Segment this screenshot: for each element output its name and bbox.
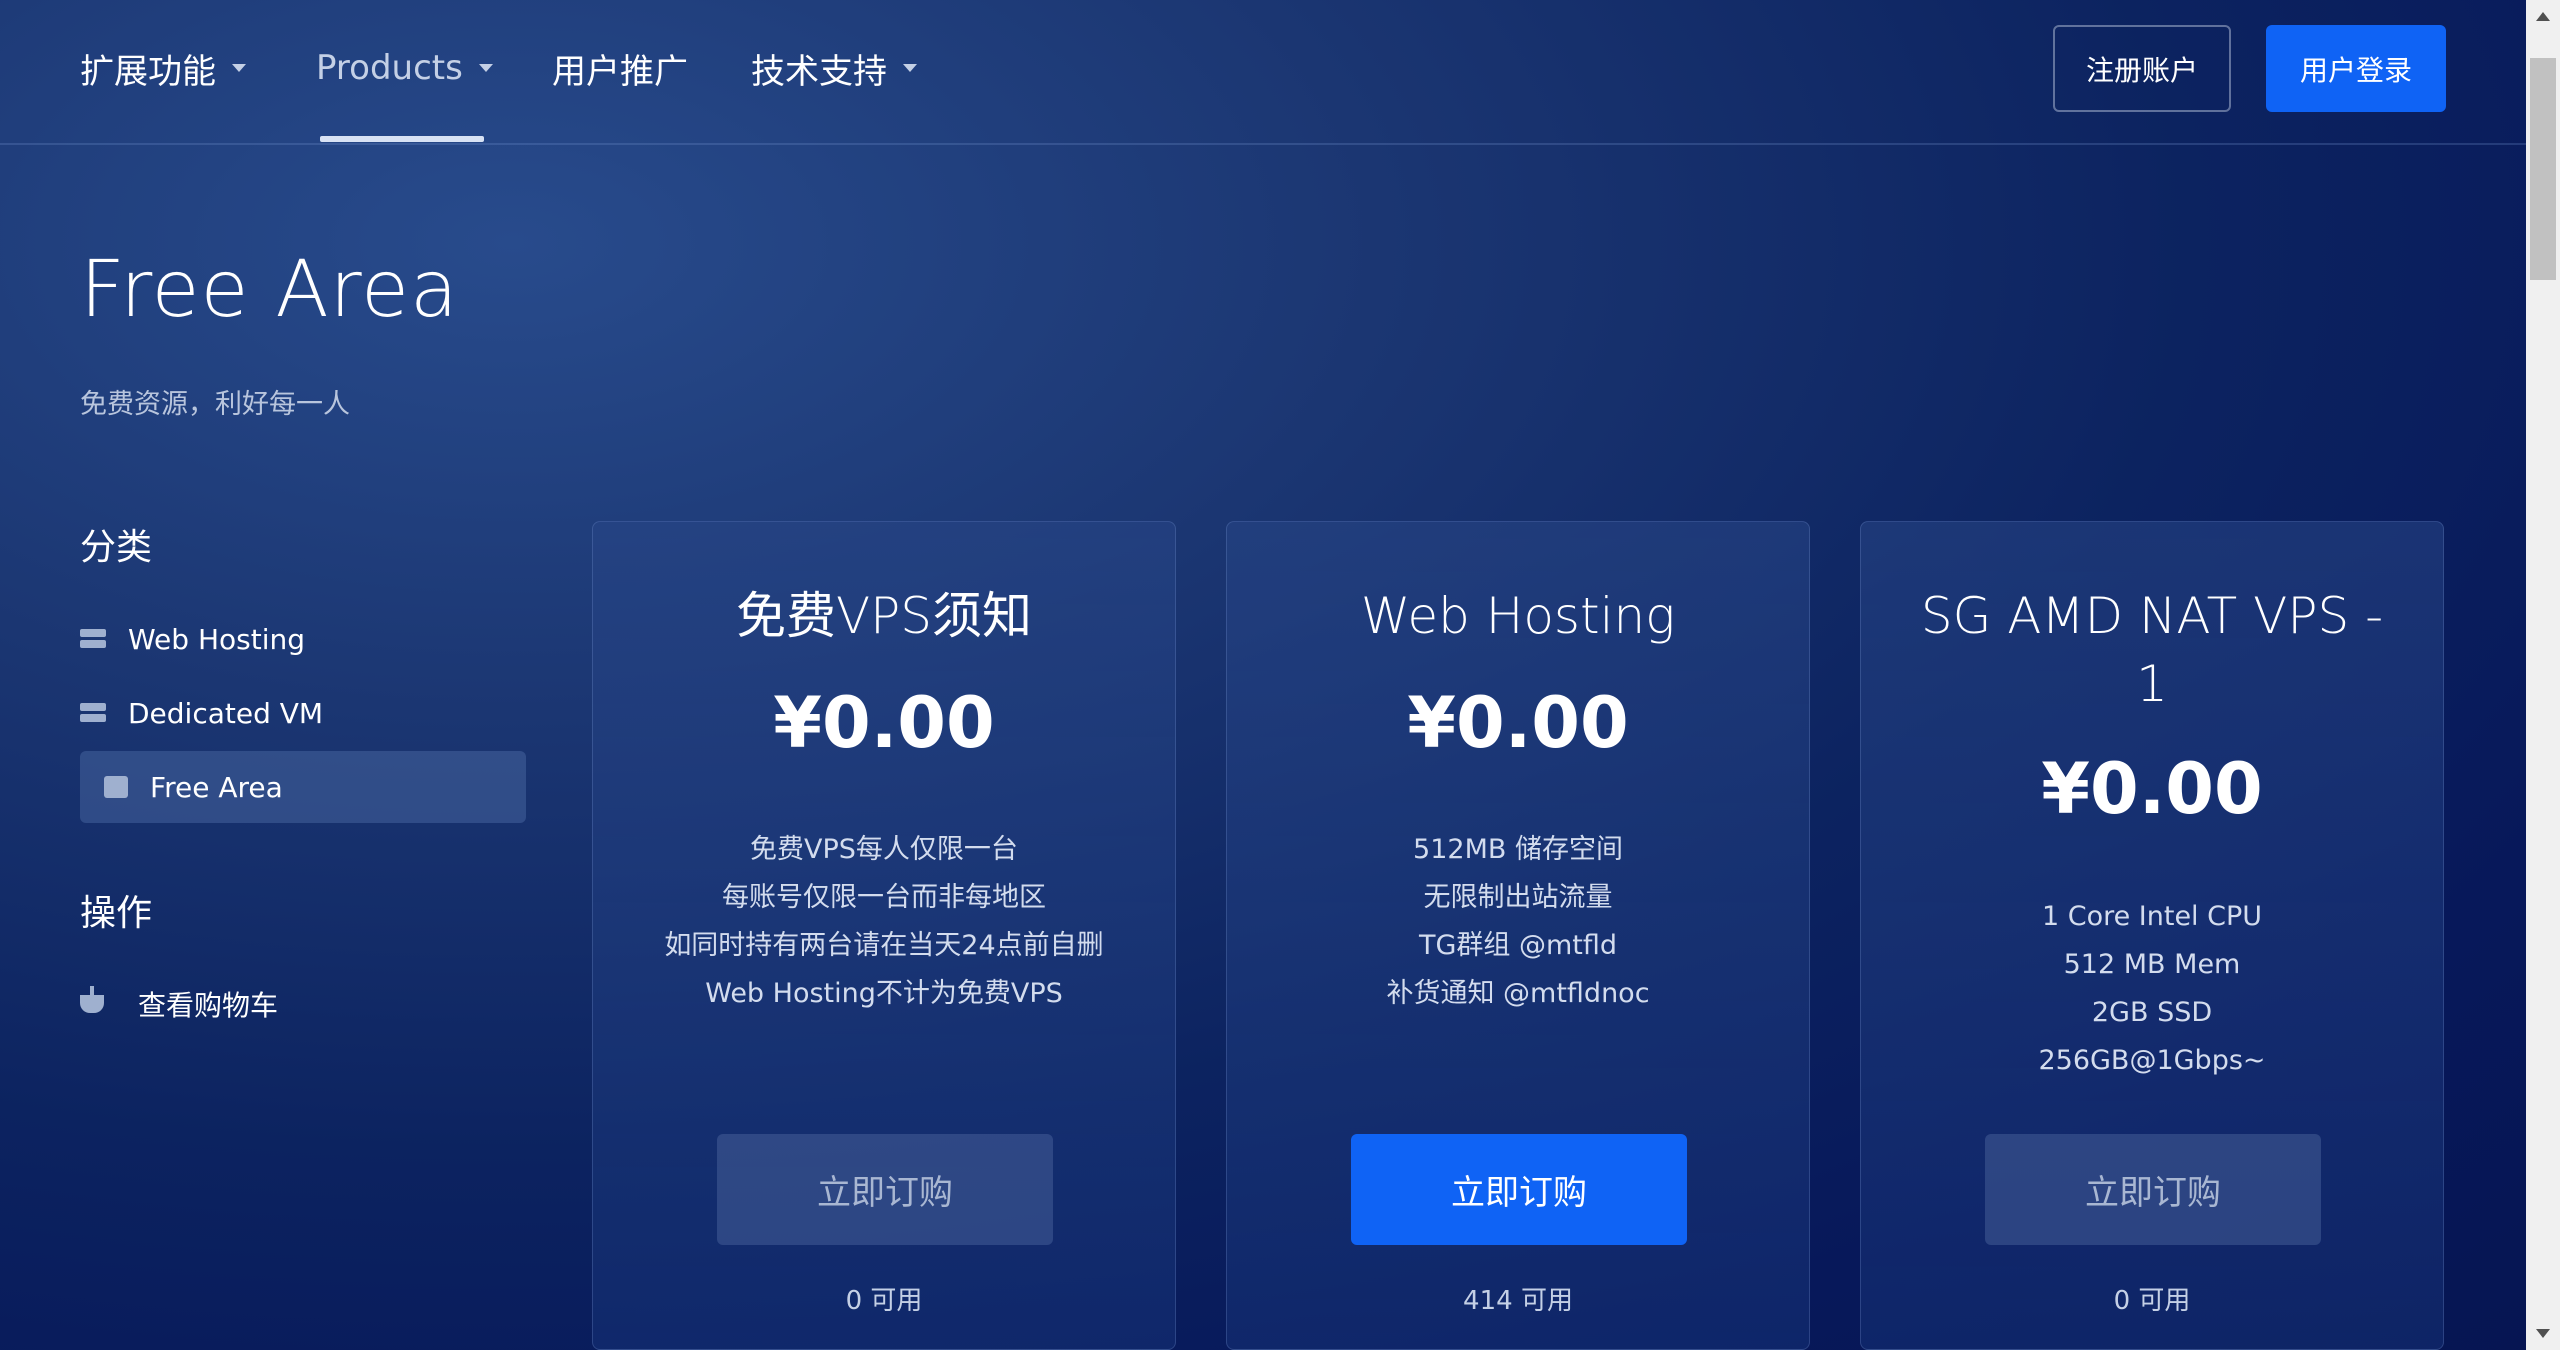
sidebar-item-free-area[interactable]: Free Area	[80, 751, 526, 823]
sidebar-item-label: Dedicated VM	[128, 696, 324, 730]
availability-text: 414 可用	[1463, 1286, 1573, 1316]
feature-line: 无限制出站流量	[1423, 882, 1613, 913]
product-title: 免费VPS须知	[735, 587, 1033, 645]
chevron-down-icon	[478, 64, 493, 72]
feature-line: 免费VPS每人仅限一台	[750, 834, 1018, 865]
register-button[interactable]: 注册账户	[2053, 25, 2231, 112]
availability-text: 0 可用	[2113, 1286, 2191, 1316]
sidebar-item-web-hosting[interactable]: Web Hosting	[80, 603, 526, 675]
categories-heading: 分类	[80, 527, 153, 568]
feature-line: 如同时持有两台请在当天24点前自删	[664, 930, 1104, 961]
sidebar-item-dedicated-vm[interactable]: Dedicated VM	[80, 677, 526, 749]
availability-text: 0 可用	[845, 1286, 923, 1316]
feature-line: 1 Core Intel CPU	[2041, 901, 2263, 932]
product-card: SG AMD NAT VPS - 1 ¥0.00 1 Core Intel CP…	[1860, 521, 2444, 1350]
order-now-button[interactable]: 立即订购	[1985, 1134, 2321, 1245]
nav-item-products[interactable]: Products	[316, 44, 493, 92]
scroll-down-arrow-icon[interactable]	[2536, 1329, 2550, 1338]
product-features: 1 Core Intel CPU 512 MB Mem 2GB SSD 256G…	[1881, 893, 2423, 1085]
product-features: 512MB 储存空间 无限制出站流量 TG群组 @mtfld 补货通知 @mtf…	[1247, 826, 1789, 1018]
product-features: 免费VPS每人仅限一台 每账号仅限一台而非每地区 如同时持有两台请在当天24点前…	[613, 826, 1155, 1018]
order-now-button[interactable]: 立即订购	[717, 1134, 1053, 1245]
feature-line: 256GB@1Gbps~	[2038, 1045, 2266, 1076]
feature-line: 每账号仅限一台而非每地区	[722, 882, 1046, 913]
server-icon	[80, 629, 106, 649]
page-title: Free Area	[80, 245, 459, 335]
cart-icon	[80, 986, 104, 1013]
product-price: ¥0.00	[2041, 748, 2263, 830]
nav-item-extensions[interactable]: 扩展功能	[80, 44, 246, 92]
sidebar-item-label: 查看购物车	[138, 989, 279, 1022]
product-card: Web Hosting ¥0.00 512MB 储存空间 无限制出站流量 TG群…	[1226, 521, 1810, 1350]
product-price: ¥0.00	[1407, 682, 1629, 764]
product-title: SG AMD NAT VPS - 1	[1920, 587, 2384, 713]
scrollbar-thumb[interactable]	[2530, 58, 2556, 280]
top-navbar: 扩展功能 Products 用户推广 技术支持 注册账户 用户登录	[0, 0, 2526, 145]
nav-item-label: 用户推广	[552, 51, 688, 92]
scroll-up-arrow-icon[interactable]	[2536, 12, 2550, 21]
nav-item-label: Products	[316, 48, 463, 88]
feature-line: TG群组 @mtfld	[1418, 930, 1618, 961]
nav-item-label: 技术支持	[751, 51, 887, 92]
nav-item-support[interactable]: 技术支持	[751, 44, 917, 92]
sidebar-item-label: Web Hosting	[128, 622, 305, 656]
feature-line: 补货通知 @mtfldnoc	[1386, 978, 1650, 1009]
feature-line: 2GB SSD	[2091, 997, 2213, 1028]
feature-line: 512MB 储存空间	[1413, 834, 1623, 865]
product-card: 免费VPS须知 ¥0.00 免费VPS每人仅限一台 每账号仅限一台而非每地区 如…	[592, 521, 1176, 1350]
feature-line: 512 MB Mem	[2063, 949, 2241, 980]
page-scrollbar[interactable]	[2526, 0, 2560, 1350]
sidebar-item-label: Free Area	[150, 770, 283, 804]
feature-line: Web Hosting不计为免费VPS	[705, 978, 1063, 1009]
chevron-down-icon	[903, 64, 917, 72]
nav-active-indicator	[320, 136, 484, 142]
box-icon	[104, 776, 128, 798]
server-icon	[80, 703, 106, 723]
actions-heading: 操作	[80, 893, 153, 934]
page-subtitle: 免费资源，利好每一人	[80, 389, 350, 420]
chevron-down-icon	[232, 64, 246, 72]
product-title: Web Hosting	[1360, 587, 1676, 645]
sidebar-item-view-cart[interactable]: 查看购物车	[80, 968, 526, 1040]
nav-item-affiliates[interactable]: 用户推广	[552, 44, 688, 92]
nav-item-label: 扩展功能	[80, 51, 216, 92]
order-now-button[interactable]: 立即订购	[1351, 1134, 1687, 1245]
product-price: ¥0.00	[773, 682, 995, 764]
login-button[interactable]: 用户登录	[2266, 25, 2446, 112]
